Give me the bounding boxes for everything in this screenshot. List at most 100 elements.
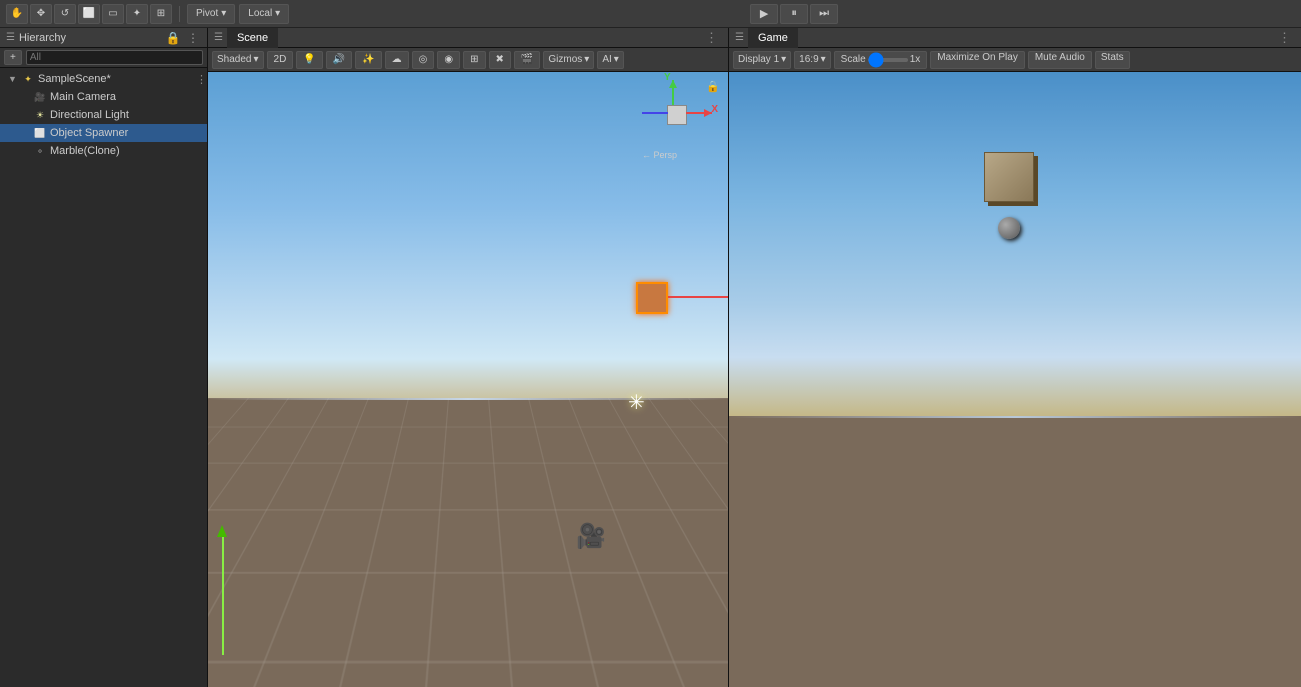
game-tab[interactable]: Game	[748, 28, 798, 48]
scene-tb-icon6[interactable]: 🎬	[514, 51, 540, 69]
tool-buttons: ✋ ✥ ↺ ⬜ ▭ ✦ ⊞	[6, 4, 172, 24]
hierarchy-icon: ☰	[6, 32, 15, 43]
scene-tb-icon5[interactable]: ✖	[489, 51, 511, 69]
scene-tb-icon3[interactable]: ◉	[437, 51, 460, 69]
pivot-arrow: ▾	[221, 8, 226, 19]
hand-tool-btn[interactable]: ✋	[6, 4, 28, 24]
directional-light-label: Directional Light	[50, 109, 129, 121]
list-item[interactable]: ⬜ Object Spawner	[0, 124, 207, 142]
fx-icon: ✨	[362, 54, 374, 65]
move-tool-btn[interactable]: ✥	[30, 4, 52, 24]
gizmo-center-cube	[667, 105, 687, 125]
list-item[interactable]: ⚬ Marble(Clone)	[0, 142, 207, 160]
scale-label: Scale	[841, 54, 866, 65]
hierarchy-lock-btn[interactable]: 🔒	[165, 30, 181, 46]
scene-grid	[208, 398, 728, 687]
list-item[interactable]: 🎥 Main Camera	[0, 88, 207, 106]
play-button[interactable]: ▶	[750, 4, 778, 24]
scene-panel: ☰ Scene ⋮ Shaded ▾ 2D 💡 🔊	[208, 28, 729, 687]
game-sphere-object	[998, 217, 1020, 239]
gizmo-x-label: X	[711, 104, 718, 115]
rect-tool-btn[interactable]: ▭	[102, 4, 124, 24]
lighting-icon: 💡	[303, 54, 315, 65]
ai-arrow: ▾	[614, 54, 619, 65]
mute-btn[interactable]: Mute Audio	[1028, 51, 1092, 69]
game-viewport	[729, 72, 1301, 687]
custom-tool-btn[interactable]: ⊞	[150, 4, 172, 24]
hierarchy-add-btn[interactable]: +	[4, 50, 22, 65]
pause-button[interactable]: ⏸	[780, 4, 808, 24]
scale-value: 1x	[910, 54, 921, 65]
list-item[interactable]: ▼ ✦ SampleScene* ⋮	[0, 70, 207, 88]
scale-control: Scale 1x	[834, 51, 928, 69]
hierarchy-content: ▼ ✦ SampleScene* ⋮ 🎥 Main Camera ☀ Direc…	[0, 68, 207, 687]
main-camera-gizmo[interactable]: 🎥	[576, 522, 606, 551]
gizmo-z-arrow	[642, 112, 668, 114]
scene-label: SampleScene*	[38, 73, 111, 85]
step-button[interactable]: ⏭	[810, 4, 838, 24]
game-sky	[729, 72, 1301, 429]
local-arrow: ▾	[275, 8, 280, 19]
shading-arrow: ▾	[253, 54, 258, 65]
rotate-tool-btn[interactable]: ↺	[54, 4, 76, 24]
local-btn[interactable]: Local ▾	[239, 4, 289, 24]
orientation-gizmo[interactable]: Y X ← Persp	[642, 80, 712, 160]
lighting-btn[interactable]: 💡	[296, 51, 322, 69]
play-controls: ▶ ⏸ ⏭	[750, 4, 838, 24]
scene-options-btn[interactable]: ⋮	[196, 73, 207, 86]
scene-tab[interactable]: Scene	[227, 28, 278, 48]
hierarchy-options-btn[interactable]: ⋮	[185, 30, 201, 46]
stats-btn[interactable]: Stats	[1095, 51, 1130, 69]
aspect-label: 16:9	[799, 54, 818, 65]
pivot-btn[interactable]: Pivot ▾	[187, 4, 235, 24]
scene-lock-icon[interactable]: 🔒	[706, 80, 720, 93]
maximize-btn[interactable]: Maximize On Play	[930, 51, 1025, 69]
fx-btn[interactable]: ✨	[355, 51, 381, 69]
gizmo-y-tip	[669, 80, 677, 88]
gizmos-dropdown[interactable]: Gizmos ▾	[543, 51, 594, 69]
gizmos-label: Gizmos	[548, 54, 582, 65]
local-label: Local	[248, 8, 272, 19]
list-item[interactable]: ☀ Directional Light	[0, 106, 207, 124]
marble-clone-label: Marble(Clone)	[50, 145, 120, 157]
aspect-dropdown[interactable]: 16:9 ▾	[794, 51, 831, 69]
hierarchy-header: ☰ Hierarchy 🔒 ⋮	[0, 28, 207, 48]
scene-content[interactable]: ✳ 🎥 Y X ← Persp	[208, 72, 728, 687]
scale-slider[interactable]	[868, 58, 908, 62]
main-camera-label: Main Camera	[50, 91, 116, 103]
hierarchy-toolbar: +	[0, 48, 207, 68]
game-box-object	[984, 152, 1034, 202]
gizmo-persp-label: ← Persp	[642, 150, 677, 160]
transform-tool-btn[interactable]: ✦	[126, 4, 148, 24]
scene-toolbar: Shaded ▾ 2D 💡 🔊 ✨ ☁ ◎ ◉ ⊞ ✖ 🎬	[208, 48, 728, 72]
game-content[interactable]	[729, 72, 1301, 687]
audio-btn[interactable]: 🔊	[326, 51, 352, 69]
maximize-label: Maximize On Play	[937, 52, 1018, 63]
game-tab-label: Game	[758, 32, 788, 44]
display-dropdown[interactable]: Display 1 ▾	[733, 51, 791, 69]
2d-btn[interactable]: 2D	[267, 51, 294, 69]
hierarchy-title: Hierarchy	[19, 32, 161, 44]
game-panel-options[interactable]: ⋮	[1274, 30, 1295, 46]
aspect-arrow: ▾	[821, 54, 826, 65]
separator-1	[179, 6, 180, 22]
scene-panel-options[interactable]: ⋮	[701, 30, 722, 46]
pivot-label: Pivot	[196, 8, 218, 19]
ai-dropdown[interactable]: AI ▾	[597, 51, 623, 69]
hierarchy-search[interactable]	[26, 50, 203, 65]
game-ground	[729, 416, 1301, 687]
scale-tool-btn[interactable]: ⬜	[78, 4, 100, 24]
scene-tb-icon1[interactable]: ☁	[385, 51, 409, 69]
object-spawner-gizmo[interactable]	[636, 282, 668, 314]
scene-tb-icon4[interactable]: ⊞	[463, 51, 485, 69]
shading-dropdown[interactable]: Shaded ▾	[212, 51, 264, 69]
directional-light-gizmo[interactable]: ✳	[628, 390, 645, 415]
horizon-line	[208, 398, 728, 400]
ai-label: AI	[602, 54, 611, 65]
audio-icon: 🔊	[333, 54, 345, 65]
gizmos-arrow: ▾	[584, 54, 589, 65]
hierarchy-panel: ☰ Hierarchy 🔒 ⋮ + ▼ ✦ SampleScene* ⋮ 🎥 M…	[0, 28, 208, 687]
scene-tb-icon2[interactable]: ◎	[412, 51, 435, 69]
scene-header: ☰ Scene ⋮	[208, 28, 728, 48]
display-label: Display 1	[738, 54, 779, 65]
